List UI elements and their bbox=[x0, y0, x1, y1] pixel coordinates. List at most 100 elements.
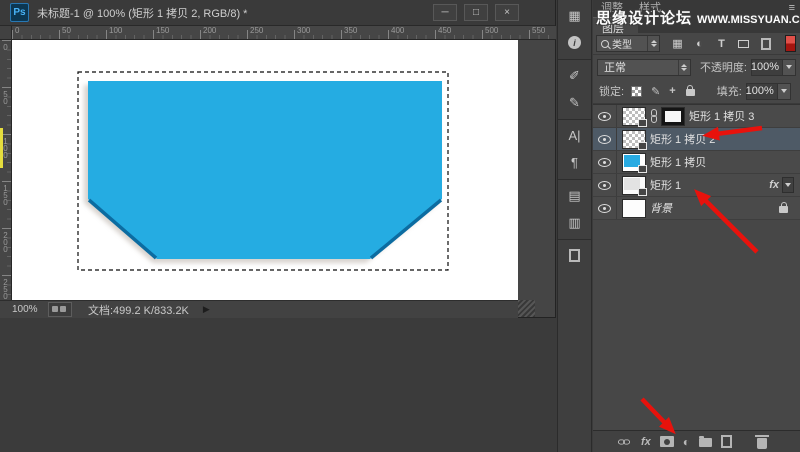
zoom-level-field[interactable]: 100% bbox=[12, 304, 48, 315]
layer-row-background[interactable]: 背景 bbox=[593, 197, 800, 220]
layer-filter-row: 类型 ▦ ◐ T bbox=[593, 33, 800, 55]
opacity-value-field[interactable]: 100% bbox=[751, 59, 783, 76]
eye-icon bbox=[598, 158, 611, 167]
mask-link-icon[interactable] bbox=[650, 109, 658, 123]
ruler-tick-label: 0 bbox=[15, 27, 19, 35]
fill-dropdown-button[interactable] bbox=[778, 83, 791, 100]
search-icon bbox=[601, 40, 609, 48]
blend-mode-select[interactable]: 正常 bbox=[597, 59, 691, 76]
tab-layers[interactable]: 图层 bbox=[593, 17, 638, 33]
close-button[interactable]: × bbox=[495, 4, 519, 21]
ruler-tick-label: 150 bbox=[156, 27, 169, 35]
fx-icon[interactable]: fx bbox=[769, 179, 779, 191]
new-layer-icon[interactable] bbox=[721, 435, 732, 448]
filter-smart-object-icon[interactable] bbox=[757, 36, 774, 52]
visibility-toggle[interactable] bbox=[593, 128, 617, 150]
canvas-artwork bbox=[12, 40, 518, 300]
layer-name[interactable]: 矩形 1 拷贝 3 bbox=[689, 108, 754, 124]
tab-adjustments[interactable]: 调整 bbox=[601, 0, 623, 17]
background-lock-icon bbox=[779, 206, 788, 213]
visibility-toggle[interactable] bbox=[593, 105, 617, 127]
layer-filtering-toggle[interactable] bbox=[785, 35, 796, 52]
lock-row: 锁定: ✎ + 填充: 100% bbox=[593, 79, 800, 104]
info-icon: i bbox=[568, 36, 581, 49]
ruler-tick-label: 250 bbox=[250, 27, 263, 35]
layers-list: 矩形 1 拷贝 3 矩形 1 拷贝 2 矩形 1 拷贝 矩形 1 fx 背景 bbox=[593, 104, 800, 220]
panel-menu-icon[interactable]: ≡ bbox=[789, 2, 795, 14]
blend-mode-row: 正常 不透明度: 100% bbox=[593, 55, 800, 79]
lock-label: 锁定: bbox=[599, 83, 624, 99]
opacity-dropdown-button[interactable] bbox=[783, 59, 796, 76]
filter-kind-select[interactable]: 类型 bbox=[596, 35, 660, 52]
info-panel-icon[interactable]: i bbox=[561, 31, 588, 54]
blend-mode-value: 正常 bbox=[604, 59, 626, 75]
document-titlebar[interactable]: Ps 未标题-1 @ 100% (矩形 1 拷贝 2, RGB/8) * ─ □… bbox=[0, 0, 555, 26]
layer-name[interactable]: 矩形 1 bbox=[650, 177, 681, 193]
dock-divider bbox=[558, 179, 591, 180]
paragraph-panel-icon[interactable]: ¶ bbox=[561, 151, 588, 174]
fill-value-field[interactable]: 100% bbox=[746, 83, 778, 100]
layer-comps-panel-icon[interactable]: ▤ bbox=[561, 184, 588, 207]
layer-thumbnail[interactable] bbox=[623, 200, 645, 217]
shape-rect-icon bbox=[738, 40, 749, 48]
status-options-icon[interactable] bbox=[48, 302, 72, 317]
character-panel-icon[interactable]: A| bbox=[561, 124, 588, 147]
tab-styles[interactable]: 样式 bbox=[639, 0, 661, 17]
window-resize-grip[interactable] bbox=[518, 300, 535, 317]
layer-row-rect1[interactable]: 矩形 1 fx bbox=[593, 174, 800, 197]
library-panel-icon[interactable] bbox=[561, 244, 588, 267]
layer-name[interactable]: 矩形 1 拷贝 2 bbox=[650, 131, 715, 147]
lock-transparent-pixels-icon[interactable] bbox=[631, 86, 642, 97]
fx-collapse-button[interactable] bbox=[782, 177, 794, 193]
visibility-toggle[interactable] bbox=[593, 174, 617, 196]
filter-type-layers-icon[interactable]: T bbox=[713, 36, 730, 52]
filter-pixel-layers-icon[interactable]: ▦ bbox=[669, 36, 686, 52]
layer-thumbnail[interactable] bbox=[623, 154, 645, 171]
minimize-button[interactable]: ─ bbox=[433, 4, 457, 21]
window-controls: ─ □ × bbox=[433, 4, 519, 21]
ruler-tick-label: 300 bbox=[297, 27, 310, 35]
layer-thumbnail[interactable] bbox=[623, 177, 645, 194]
ruler-tick-label: 100 bbox=[109, 27, 122, 35]
layer-row-rect1-copy2-selected[interactable]: 矩形 1 拷贝 2 bbox=[593, 128, 800, 151]
add-layer-mask-icon[interactable] bbox=[660, 436, 674, 447]
visibility-toggle[interactable] bbox=[593, 197, 617, 219]
ruler-tick-label: 350 bbox=[344, 27, 357, 35]
new-group-icon[interactable] bbox=[699, 438, 712, 447]
lock-position-icon[interactable]: + bbox=[669, 85, 675, 97]
layer-thumbnail[interactable] bbox=[623, 108, 645, 125]
ruler-tick-label: 150 bbox=[1, 184, 9, 205]
delete-layer-icon[interactable] bbox=[757, 438, 767, 449]
link-layers-icon[interactable] bbox=[618, 438, 630, 445]
chevron-down-icon bbox=[785, 183, 791, 187]
left-ruler: 050100150200250 bbox=[0, 40, 12, 300]
brush-presets-panel-icon[interactable]: ✐ bbox=[561, 64, 588, 87]
swatches-panel-icon[interactable]: ▦ bbox=[561, 4, 588, 27]
adjustment-layer-icon[interactable]: ◐ bbox=[683, 435, 690, 449]
notes-panel-icon[interactable]: ▥ bbox=[561, 211, 588, 234]
lock-image-pixels-icon[interactable]: ✎ bbox=[651, 85, 660, 98]
status-menu-arrow-icon[interactable]: ▶ bbox=[203, 304, 210, 315]
eye-icon bbox=[598, 204, 611, 213]
document-window: Ps 未标题-1 @ 100% (矩形 1 拷贝 2, RGB/8) * ─ □… bbox=[0, 0, 556, 318]
filter-adjustment-layers-icon[interactable]: ◐ bbox=[691, 36, 708, 52]
ruler-tick-label: 200 bbox=[203, 27, 216, 35]
blend-mode-stepper-icon bbox=[678, 60, 690, 75]
ruler-tick-label: 0 bbox=[1, 43, 9, 50]
maximize-button[interactable]: □ bbox=[464, 4, 488, 21]
panel-tabs-row-top: 调整 样式 bbox=[593, 0, 800, 17]
ruler-tick-label: 500 bbox=[485, 27, 498, 35]
layer-row-rect1-copy[interactable]: 矩形 1 拷贝 bbox=[593, 151, 800, 174]
layer-row-rect1-copy3[interactable]: 矩形 1 拷贝 3 bbox=[593, 105, 800, 128]
filter-shape-layers-icon[interactable] bbox=[735, 36, 752, 52]
layer-style-icon[interactable]: fx bbox=[641, 436, 651, 448]
brush-panel-icon[interactable]: ✎ bbox=[561, 91, 588, 114]
visibility-toggle[interactable] bbox=[593, 151, 617, 173]
layer-name[interactable]: 背景 bbox=[650, 200, 672, 216]
layer-thumbnail[interactable] bbox=[623, 131, 645, 148]
canvas[interactable] bbox=[12, 40, 518, 300]
layer-name[interactable]: 矩形 1 拷贝 bbox=[650, 154, 706, 170]
layer-mask-thumbnail[interactable] bbox=[662, 108, 684, 125]
fill-label: 填充: bbox=[717, 83, 742, 99]
lock-all-icon[interactable] bbox=[686, 89, 695, 96]
